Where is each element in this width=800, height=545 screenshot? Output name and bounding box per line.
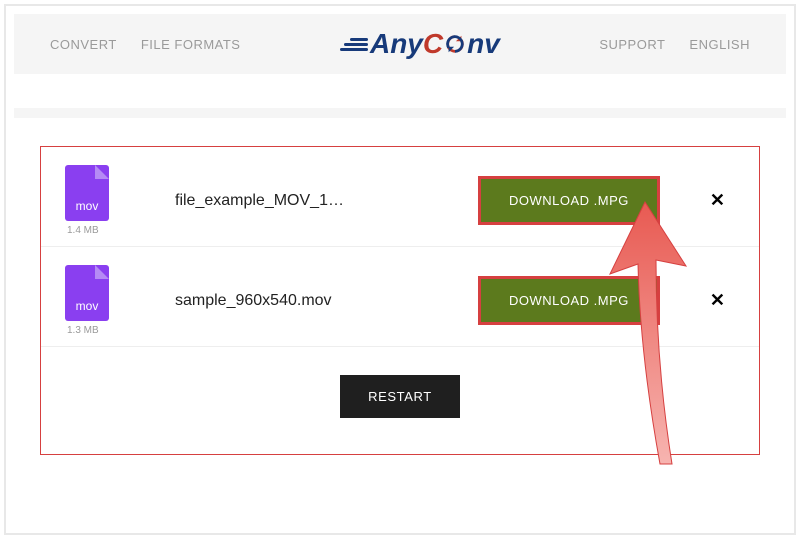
remove-button[interactable]: ✕ [700, 284, 735, 317]
file-name: sample_960x540.mov [155, 292, 478, 310]
logo[interactable]: Any C nv [340, 28, 500, 60]
file-info: mov 1.4 MB [65, 165, 155, 236]
restart-row: RESTART [41, 347, 759, 454]
download-button[interactable]: DOWNLOAD .MPG [481, 279, 657, 322]
nav-english[interactable]: ENGLISH [689, 37, 750, 52]
nav-convert[interactable]: CONVERT [50, 37, 117, 52]
speed-lines-icon [340, 36, 368, 53]
file-size: 1.4 MB [67, 225, 99, 236]
file-mov-icon: mov [65, 265, 109, 321]
top-nav: CONVERT FILE FORMATS Any C nv SUPPORT EN… [14, 14, 786, 74]
nav-right-group: SUPPORT ENGLISH [599, 37, 750, 52]
download-highlight: DOWNLOAD .MPG [478, 276, 660, 325]
results-panel: mov 1.4 MB file_example_MOV_1… DOWNLOAD … [40, 146, 760, 455]
file-row: mov 1.4 MB file_example_MOV_1… DOWNLOAD … [41, 147, 759, 247]
logo-text-c: C [423, 28, 443, 60]
restart-button[interactable]: RESTART [340, 375, 460, 418]
logo-text-nv: nv [467, 28, 500, 60]
file-ext-label: mov [76, 299, 99, 313]
app-frame: CONVERT FILE FORMATS Any C nv SUPPORT EN… [4, 4, 796, 535]
file-ext-label: mov [76, 199, 99, 213]
download-button[interactable]: DOWNLOAD .MPG [481, 179, 657, 222]
nav-file-formats[interactable]: FILE FORMATS [141, 37, 241, 52]
nav-left-group: CONVERT FILE FORMATS [50, 37, 240, 52]
file-size: 1.3 MB [67, 325, 99, 336]
logo-text-any: Any [370, 28, 423, 60]
remove-button[interactable]: ✕ [700, 184, 735, 217]
divider-bar [14, 108, 786, 118]
file-row: mov 1.3 MB sample_960x540.mov DOWNLOAD .… [41, 247, 759, 347]
nav-support[interactable]: SUPPORT [599, 37, 665, 52]
refresh-icon [444, 33, 466, 55]
file-mov-icon: mov [65, 165, 109, 221]
file-name: file_example_MOV_1… [155, 192, 478, 210]
download-highlight: DOWNLOAD .MPG [478, 176, 660, 225]
file-info: mov 1.3 MB [65, 265, 155, 336]
